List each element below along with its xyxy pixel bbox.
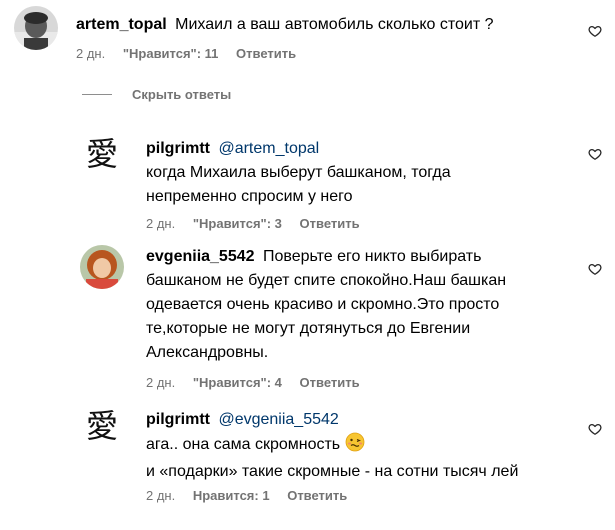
hide-replies-button[interactable]: Скрыть ответы <box>82 87 231 102</box>
comment-body: evgeniia_5542 Поверьте его никто выбират… <box>146 245 586 365</box>
comment-body: pilgrimtt @evgeniia_5542 ага.. она сама … <box>146 408 586 484</box>
comment-time[interactable]: 2 дн. <box>146 216 175 231</box>
comment-text-line: ага.. она сама скромность <box>146 436 341 453</box>
comment-text-line: башканом не будет спите спокойно.Наш баш… <box>146 272 507 289</box>
comment-text-line: когда Михаила выберут башканом, тогда <box>146 164 451 181</box>
comment-time[interactable]: 2 дн. <box>146 488 175 503</box>
likes-count[interactable]: "Нравится": 3 <box>193 216 282 231</box>
svg-text:愛: 愛 <box>86 407 118 445</box>
kanji-ai-avatar-icon: 愛 <box>86 135 118 173</box>
comment-meta: 2 дн. "Нравится": 4 Ответить <box>146 375 374 390</box>
avatar-artem-topal[interactable] <box>14 6 58 50</box>
comment-username[interactable]: pilgrimtt <box>146 140 210 157</box>
comment-time[interactable]: 2 дн. <box>76 46 105 61</box>
comment-username[interactable]: artem_topal <box>76 16 167 33</box>
comment-username[interactable]: evgeniia_5542 <box>146 248 255 265</box>
mention-link[interactable]: @artem_topal <box>218 140 319 157</box>
comment-text-line: Поверьте его никто выбирать <box>262 248 482 265</box>
comment-text-line: непременно спросим у него <box>146 188 353 205</box>
likes-count[interactable]: "Нравится": 11 <box>123 46 219 61</box>
mention-link[interactable]: @evgeniia_5542 <box>218 411 338 428</box>
divider-line <box>82 94 112 95</box>
hide-replies-label: Скрыть ответы <box>132 87 232 102</box>
reply-button[interactable]: Ответить <box>300 375 360 390</box>
comment-text-line: Александровны. <box>146 344 269 361</box>
avatar-pilgrimtt[interactable]: 愛 <box>80 403 124 447</box>
reply-button[interactable]: Ответить <box>287 488 347 503</box>
heart-icon[interactable] <box>588 262 602 276</box>
comment-meta: 2 дн. "Нравится": 11 Ответить <box>76 46 310 61</box>
man-photo-avatar-icon <box>14 6 58 50</box>
reply-button[interactable]: Ответить <box>236 46 296 61</box>
comment-body: pilgrimtt @artem_topal когда Михаила выб… <box>146 137 576 209</box>
reply-button[interactable]: Ответить <box>300 216 360 231</box>
woman-photo-avatar-icon <box>80 245 124 289</box>
likes-count[interactable]: Нравится: 1 <box>193 488 270 503</box>
comment-time[interactable]: 2 дн. <box>146 375 175 390</box>
comment-body: artem_topal Михаил а ваш автомобиль скол… <box>76 13 576 37</box>
comment-meta: 2 дн. Нравится: 1 Ответить <box>146 488 361 503</box>
heart-icon[interactable] <box>588 24 602 38</box>
woozy-face-emoji-icon <box>345 432 365 460</box>
kanji-ai-avatar-icon: 愛 <box>86 407 118 445</box>
heart-icon[interactable] <box>588 147 602 161</box>
comment-meta: 2 дн. "Нравится": 3 Ответить <box>146 216 374 231</box>
heart-icon[interactable] <box>588 422 602 436</box>
svg-text:愛: 愛 <box>86 135 118 173</box>
comment-text-line: те,которые не могут дотянуться до Евгени… <box>146 320 471 337</box>
comment-text-line: одевается очень красиво и скромно.Это пр… <box>146 296 500 313</box>
likes-count[interactable]: "Нравится": 4 <box>193 375 282 390</box>
avatar-pilgrimtt[interactable]: 愛 <box>80 131 124 175</box>
comment-text-line: и «подарки» такие скромные - на сотни ты… <box>146 463 519 480</box>
comment-text: Михаил а ваш автомобиль сколько стоит ? <box>175 16 494 33</box>
avatar-evgeniia-5542[interactable] <box>80 245 124 289</box>
comment-username[interactable]: pilgrimtt <box>146 411 210 428</box>
